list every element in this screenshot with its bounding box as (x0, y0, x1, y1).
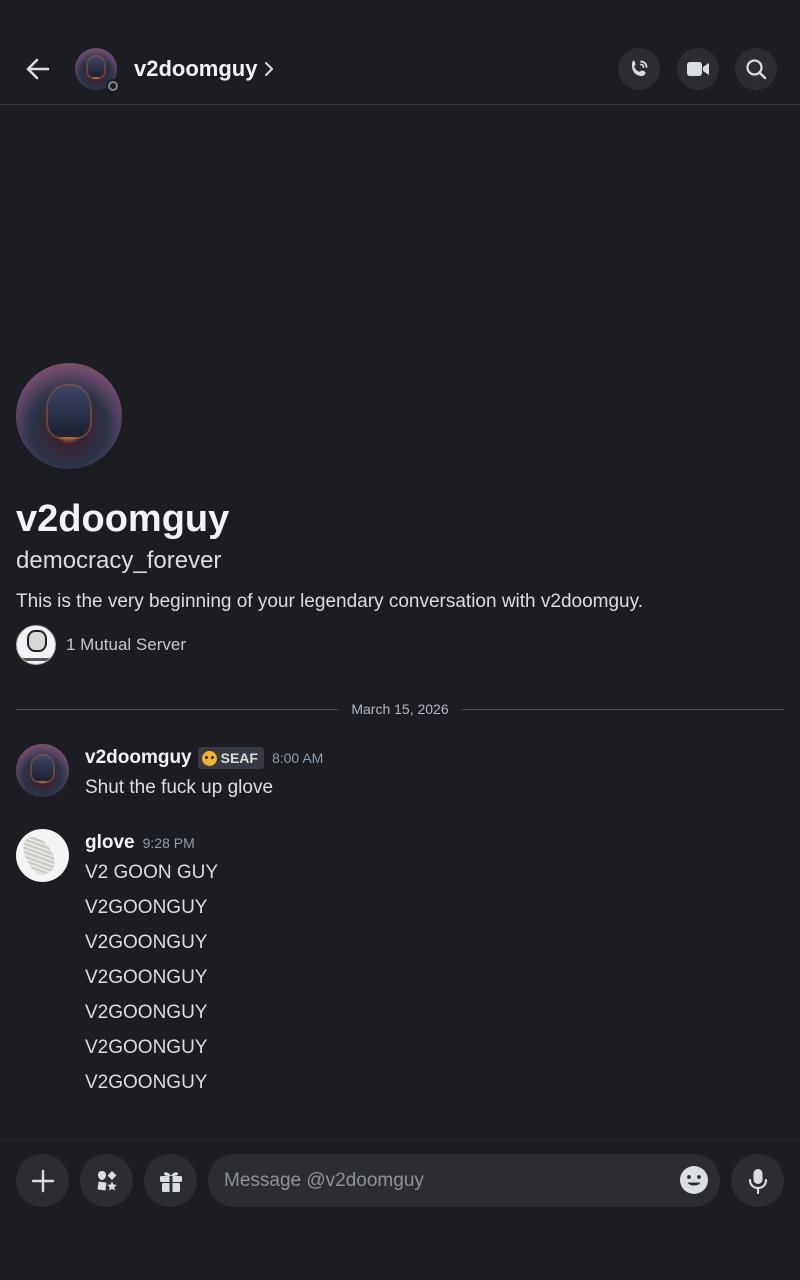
voice-call-icon (632, 60, 648, 76)
message-text[interactable]: V2GOONGUY (85, 1037, 207, 1059)
message-text[interactable]: Shut the fuck up glove (85, 777, 273, 799)
message-text[interactable]: V2GOONGUY (85, 1072, 207, 1094)
profile-display-name: v2doomguy (16, 498, 230, 540)
gift-button[interactable] (144, 1154, 197, 1207)
apps-button[interactable] (80, 1154, 133, 1207)
back-button[interactable] (22, 53, 54, 85)
apps-icon (96, 1170, 117, 1191)
video-call-button[interactable] (677, 48, 719, 90)
search-button[interactable] (735, 48, 777, 90)
attach-button[interactable] (16, 1154, 69, 1207)
chevron-right-icon[interactable] (262, 60, 276, 78)
emoji-button[interactable] (678, 1164, 710, 1196)
message-avatar[interactable] (16, 744, 69, 797)
message-text[interactable]: V2GOONGUY (85, 1002, 207, 1024)
message-text[interactable]: V2GOONGUY (85, 897, 207, 919)
server-icon (16, 625, 56, 665)
message-timestamp: 9:28 PM (142, 835, 195, 851)
conversation-intro-text: This is the very beginning of your legen… (16, 591, 643, 612)
message-text[interactable]: V2 GOON GUY (85, 862, 218, 884)
offline-status-icon (106, 79, 120, 93)
avatar-image (16, 363, 122, 469)
message-author[interactable]: glove (85, 832, 135, 854)
message-text[interactable]: V2GOONGUY (85, 967, 207, 989)
back-arrow-icon (26, 58, 50, 80)
message-text[interactable]: V2GOONGUY (85, 932, 207, 954)
message-author[interactable]: v2doomguy (85, 747, 192, 769)
header-avatar[interactable] (75, 48, 120, 93)
profile-avatar[interactable] (16, 363, 122, 469)
message-header: v2doomguy SEAF 8:00 AM (85, 747, 323, 769)
mutual-servers-row[interactable]: 1 Mutual Server (16, 625, 186, 665)
mutual-servers-label: 1 Mutual Server (66, 635, 186, 654)
date-divider: March 15, 2026 (16, 700, 784, 720)
message-avatar[interactable] (16, 829, 69, 882)
dm-header: v2doomguy (0, 0, 800, 105)
message-header: glove 9:28 PM (85, 832, 195, 854)
header-username[interactable]: v2doomguy (134, 56, 257, 82)
message-input[interactable] (208, 1154, 720, 1207)
search-icon (746, 59, 767, 80)
server-tag-badge[interactable]: SEAF (197, 747, 264, 769)
gift-icon (159, 1171, 182, 1192)
server-tag-label: SEAF (220, 750, 258, 766)
plus-icon (31, 1169, 54, 1192)
avatar-image (16, 744, 69, 797)
glove-avatar-image (16, 829, 69, 882)
emoji-icon (680, 1166, 708, 1194)
message-timestamp: 8:00 AM (271, 750, 324, 766)
skull-icon (201, 750, 217, 766)
profile-handle: democracy_forever (16, 547, 222, 574)
voice-message-button[interactable] (731, 1154, 784, 1207)
video-call-icon (687, 62, 709, 76)
microphone-icon (748, 1168, 767, 1194)
divider-line (462, 709, 784, 710)
voice-call-button[interactable] (618, 48, 660, 90)
